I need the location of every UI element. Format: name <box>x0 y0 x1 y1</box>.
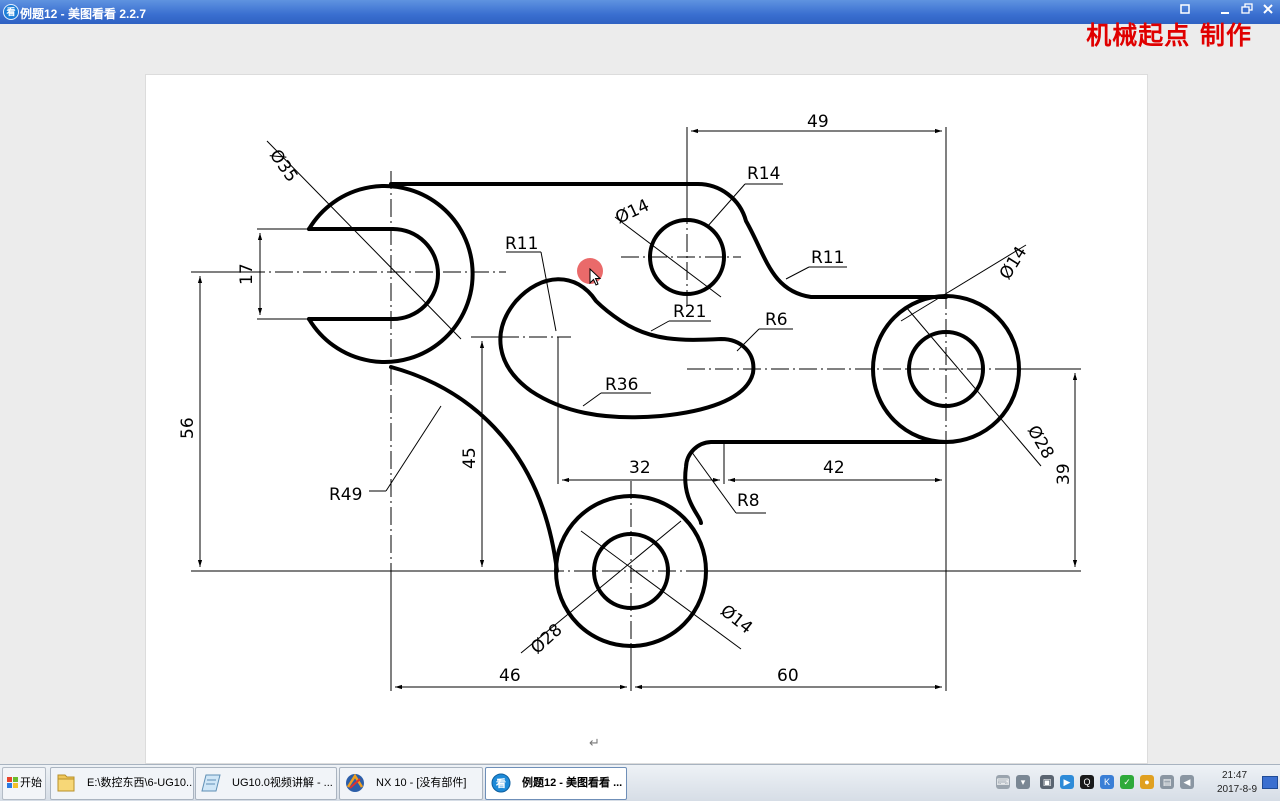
window-title: 例题12 - 美图看看 2.2.7 <box>20 7 147 21</box>
dim-d14-top: Ø14 <box>612 196 652 229</box>
dim-46: 46 <box>499 666 521 686</box>
dim-r49: R49 <box>329 485 362 505</box>
dim-60: 60 <box>777 666 799 686</box>
meitu-icon: 看 <box>491 773 511 793</box>
k-icon[interactable]: K <box>1100 775 1114 789</box>
dim-d14-right: Ø14 <box>996 243 1032 283</box>
dim-56: 56 <box>178 417 198 439</box>
dim-d14-bottom: Ø14 <box>716 601 756 638</box>
network-icon[interactable]: ▤ <box>1160 775 1174 789</box>
show-desktop-icon[interactable] <box>1262 776 1278 789</box>
center-lines <box>191 171 1081 651</box>
dim-17: 17 <box>237 263 257 285</box>
tray-expand-icon[interactable]: ▾ <box>1016 775 1030 789</box>
image-canvas[interactable]: Ø35 17 49 R14 Ø14 R11 R11 R21 R6 R36 Ø14… <box>145 74 1148 764</box>
shield-icon[interactable]: ✓ <box>1120 775 1134 789</box>
start-label: 开始 <box>20 777 42 789</box>
start-button[interactable]: 开始 <box>2 767 46 800</box>
dim-32: 32 <box>629 458 651 478</box>
task-label: E:\数控东西\6-UG10... <box>87 777 194 789</box>
folder-icon <box>57 774 75 792</box>
dim-49: 49 <box>807 112 829 132</box>
return-mark: ↵ <box>589 735 600 750</box>
dim-39: 39 <box>1054 463 1074 485</box>
clock-time[interactable]: 21:47 <box>1222 770 1247 781</box>
mouse-cursor-icon <box>589 268 602 286</box>
dim-r11-left: R11 <box>505 234 538 254</box>
app-icon[interactable]: ● <box>1140 775 1154 789</box>
document-icon <box>201 774 221 792</box>
dim-r11-right: R11 <box>811 248 844 268</box>
windows-logo-icon <box>7 777 18 788</box>
nx-icon <box>346 773 364 792</box>
engineering-drawing: Ø35 17 49 R14 Ø14 R11 R11 R21 R6 R36 Ø14… <box>178 112 1081 691</box>
svg-text:看: 看 <box>496 777 506 790</box>
dim-45: 45 <box>460 447 480 469</box>
part-outline <box>307 181 1021 648</box>
watermark-text: 机械起点 制作 <box>1086 21 1252 50</box>
meitu-app-icon: 看 <box>3 4 19 20</box>
dim-42: 42 <box>823 458 845 478</box>
dim-r6: R6 <box>765 310 788 330</box>
task-label: 例题12 - 美图看看 ... <box>522 777 623 789</box>
dimension-labels: Ø35 17 49 R14 Ø14 R11 R11 R21 R6 R36 Ø14… <box>178 112 1074 686</box>
dim-d35: Ø35 <box>265 146 301 186</box>
monitor-icon[interactable]: ▣ <box>1040 775 1054 789</box>
close-button[interactable] <box>1259 3 1277 19</box>
dim-r14: R14 <box>747 164 780 184</box>
dim-r21: R21 <box>673 302 706 322</box>
volume-icon[interactable]: ◀ <box>1180 775 1194 789</box>
task-label: UG10.0视频讲解 - ... <box>232 777 333 789</box>
player-icon[interactable]: ▶ <box>1060 775 1074 789</box>
task-explorer[interactable]: E:\数控东西\6-UG10... <box>50 767 194 800</box>
dim-r8: R8 <box>737 491 760 511</box>
taskbar: 开始 E:\数控东西\6-UG10... UG10.0视频讲解 - ... NX… <box>0 764 1280 801</box>
task-nx[interactable]: NX 10 - [没有部件] <box>339 767 483 800</box>
clock-date[interactable]: 2017-8-9 <box>1217 784 1257 795</box>
task-ug-video[interactable]: UG10.0视频讲解 - ... <box>195 767 337 800</box>
dim-d28-right: Ø28 <box>1023 422 1058 462</box>
dim-r36: R36 <box>605 375 638 395</box>
qq-icon[interactable]: Q <box>1080 775 1094 789</box>
task-label: NX 10 - [没有部件] <box>376 777 467 789</box>
keyboard-icon[interactable]: ⌨ <box>996 775 1010 789</box>
dim-d28-bottom: Ø28 <box>527 620 566 658</box>
task-meitu[interactable]: 看 例题12 - 美图看看 ... <box>485 767 627 800</box>
